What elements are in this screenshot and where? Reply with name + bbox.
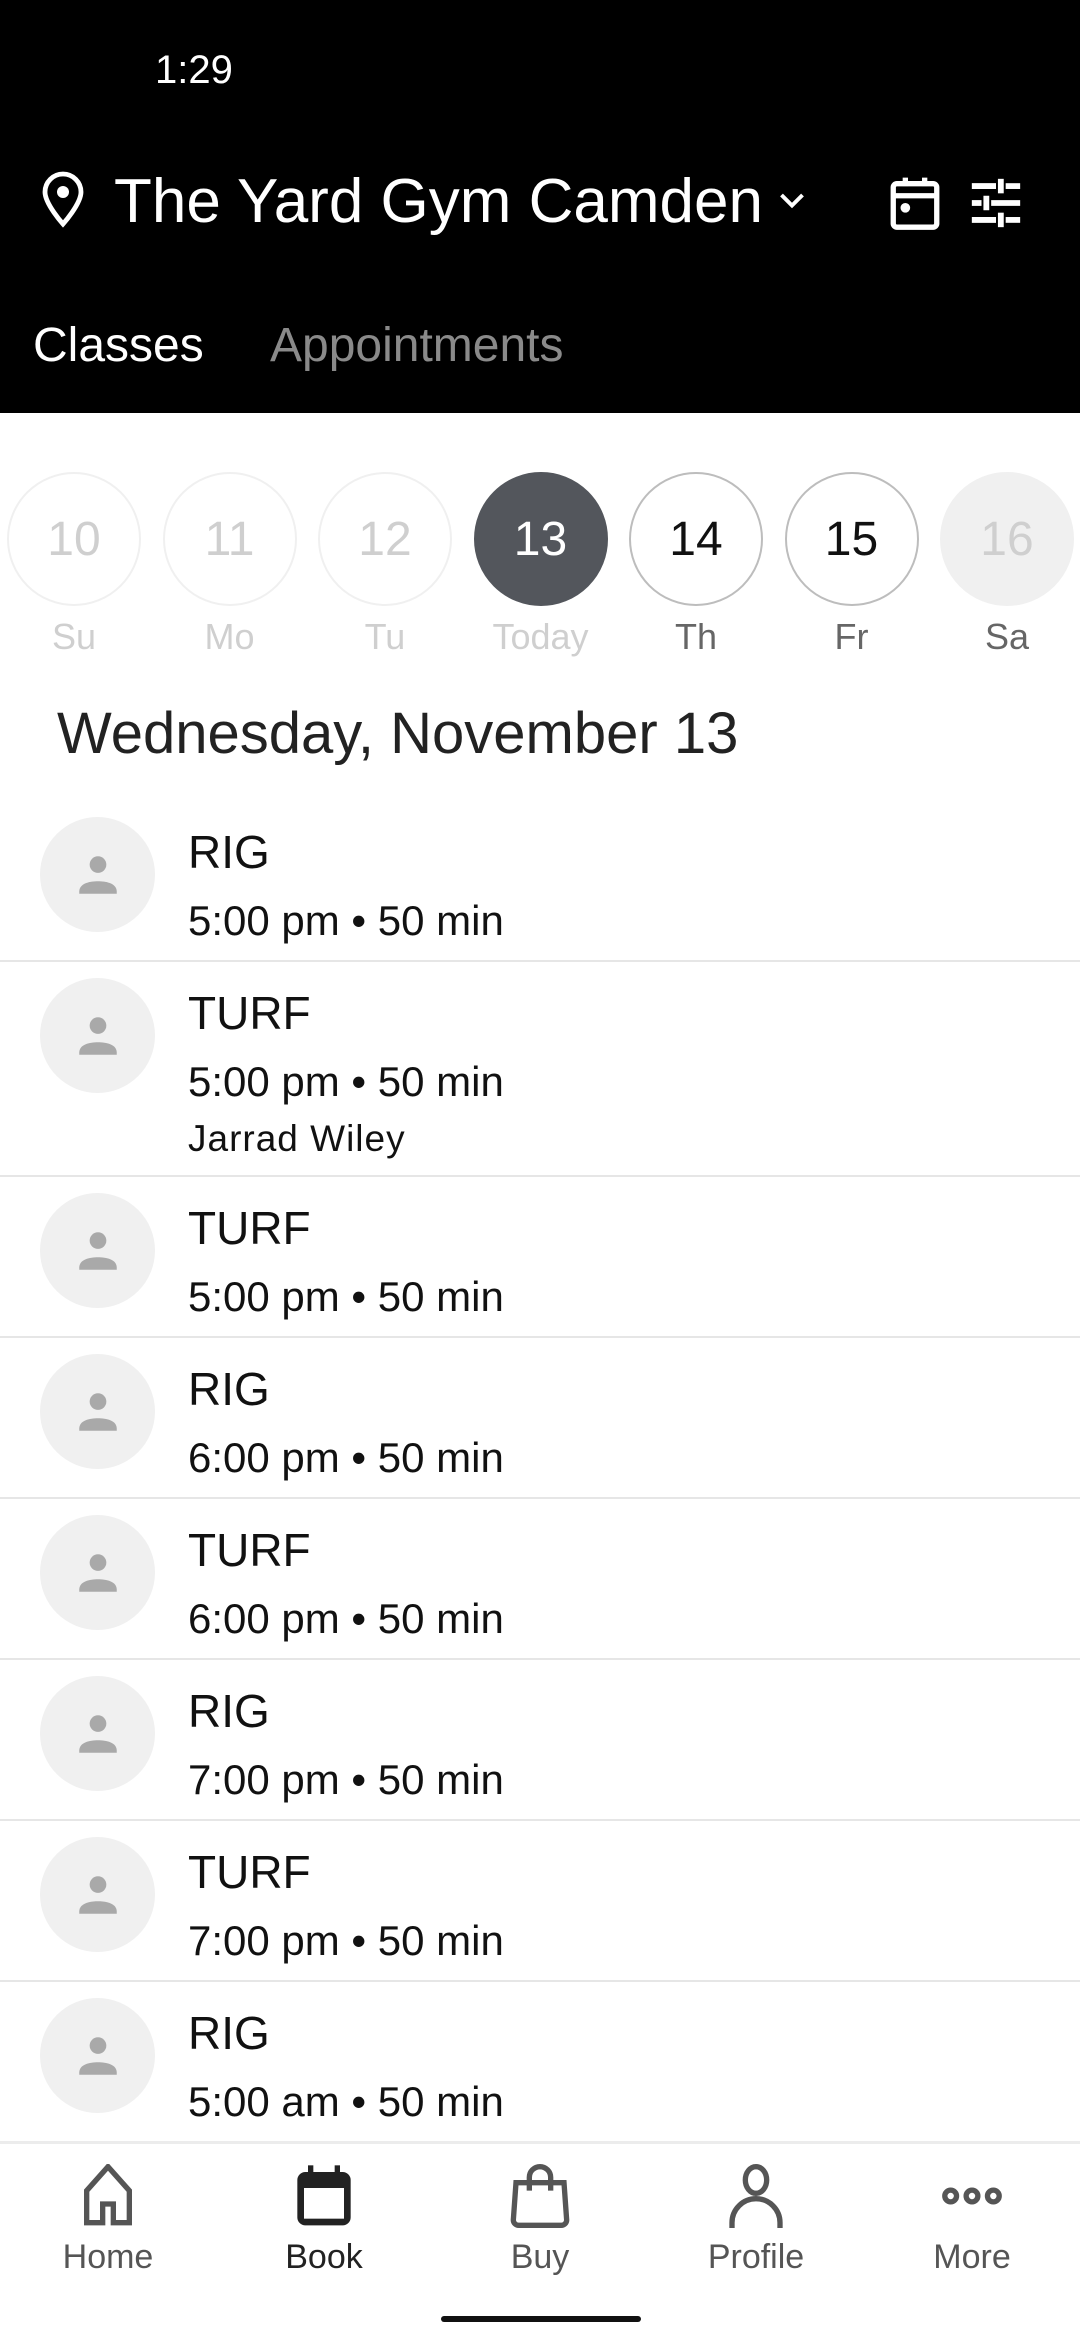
day-label: Su — [51, 616, 97, 657]
home-icon — [84, 2164, 132, 2226]
nav-home[interactable]: Home — [0, 2164, 216, 2277]
person-icon — [729, 2164, 783, 2228]
avatar — [40, 1676, 155, 1791]
person-placeholder-icon — [79, 1876, 117, 1914]
day-number: 11 — [162, 472, 297, 606]
avatar — [40, 1515, 155, 1630]
avatar — [40, 1193, 155, 1308]
person-placeholder-icon — [79, 1554, 117, 1592]
class-name: TURF — [188, 1524, 311, 1576]
day-label: Th — [674, 616, 717, 657]
day-number: 12 — [318, 472, 452, 606]
nav-label: Buy — [510, 2238, 570, 2276]
day-label: Sa — [984, 616, 1030, 657]
person-placeholder-icon — [79, 856, 117, 894]
nav-book[interactable]: Book — [216, 2164, 432, 2277]
nav-label: Home — [62, 2238, 154, 2276]
tab-classes[interactable]: Classes — [33, 318, 204, 373]
day-15[interactable]: 15 Fr — [784, 472, 919, 658]
person-placeholder-icon — [79, 1715, 117, 1753]
day-number: 14 — [629, 472, 763, 606]
bottom-nav: Home Book Buy Profile More — [0, 2141, 1080, 2340]
date-heading: Wednesday, November 13 — [57, 701, 739, 766]
class-name: RIG — [188, 2007, 270, 2059]
more-dots-icon — [942, 2187, 1002, 2205]
class-row[interactable]: TURF 5:00 pm • 50 min — [0, 1177, 1080, 1338]
class-time: 5:00 am • 50 min — [188, 2078, 504, 2125]
day-14[interactable]: 14 Th — [629, 472, 763, 658]
class-row[interactable]: TURF 5:00 pm • 50 min Jarrad Wiley — [0, 962, 1080, 1177]
class-time: 5:00 pm • 50 min — [188, 1273, 504, 1320]
class-time: 5:00 pm • 50 min — [188, 897, 504, 944]
class-name: RIG — [188, 826, 270, 878]
location-selector[interactable]: The Yard Gym Camden — [114, 166, 763, 237]
nav-buy[interactable]: Buy — [432, 2164, 648, 2277]
home-indicator[interactable] — [441, 2316, 641, 2322]
day-10[interactable]: 10 Su — [7, 472, 141, 658]
nav-profile[interactable]: Profile — [648, 2164, 864, 2277]
avatar — [40, 1998, 155, 2113]
nav-label: Profile — [707, 2238, 805, 2276]
nav-more[interactable]: More — [864, 2164, 1080, 2277]
class-name: TURF — [188, 1202, 311, 1254]
person-placeholder-icon — [79, 1017, 117, 1055]
day-label: Tu — [364, 616, 406, 657]
calendar-icon[interactable] — [886, 174, 944, 232]
person-placeholder-icon — [79, 1393, 117, 1431]
class-instructor: Jarrad Wiley — [188, 1118, 406, 1159]
day-label: Mo — [204, 616, 255, 657]
day-12[interactable]: 12 Tu — [318, 472, 452, 658]
calendar-icon — [297, 2165, 351, 2226]
day-16[interactable]: 16 Sa — [940, 472, 1074, 658]
class-time: 5:00 pm • 50 min — [188, 1058, 504, 1105]
status-time: 1:29 — [155, 48, 233, 92]
day-label: Today — [492, 616, 589, 657]
avatar — [40, 1354, 155, 1469]
class-name: TURF — [188, 1846, 311, 1898]
day-label: Fr — [834, 616, 869, 657]
map-pin-icon[interactable] — [38, 170, 88, 230]
class-time: 7:00 pm • 50 min — [188, 1756, 504, 1803]
chevron-down-icon[interactable] — [774, 186, 810, 216]
avatar — [40, 978, 155, 1093]
person-placeholder-icon — [79, 2037, 117, 2075]
tab-appointments[interactable]: Appointments — [270, 318, 564, 373]
day-11[interactable]: 11 Mo — [162, 472, 297, 658]
class-name: RIG — [188, 1685, 270, 1737]
day-number: 10 — [7, 472, 141, 606]
shopping-bag-icon — [510, 2164, 570, 2228]
class-time: 6:00 pm • 50 min — [188, 1595, 504, 1642]
nav-label: Book — [285, 2238, 363, 2276]
avatar — [40, 1837, 155, 1952]
class-row[interactable]: TURF 6:00 pm • 50 min — [0, 1499, 1080, 1660]
day-number: 13 — [473, 472, 608, 606]
header: 1:29 The Yard Gym Camden Classes Appoint… — [0, 0, 1080, 413]
day-number: 16 — [940, 472, 1074, 606]
class-row[interactable]: RIG 5:00 pm • 50 min — [0, 801, 1080, 962]
class-name: RIG — [188, 1363, 270, 1415]
class-list: RIG 5:00 pm • 50 min TURF 5:00 pm • 50 min J… — [0, 801, 1080, 2143]
class-row[interactable]: RIG 7:00 pm • 50 min — [0, 1660, 1080, 1821]
avatar — [40, 817, 155, 932]
class-time: 7:00 pm • 50 min — [188, 1917, 504, 1964]
class-time: 6:00 pm • 50 min — [188, 1434, 504, 1481]
class-row[interactable]: RIG 5:00 am • 50 min — [0, 1982, 1080, 2143]
person-placeholder-icon — [79, 1232, 117, 1270]
day-number: 15 — [784, 472, 919, 606]
class-row[interactable]: TURF 7:00 pm • 50 min — [0, 1821, 1080, 1982]
filter-sliders-icon[interactable] — [966, 174, 1026, 232]
class-row[interactable]: RIG 6:00 pm • 50 min — [0, 1338, 1080, 1499]
class-name: TURF — [188, 987, 311, 1039]
nav-label: More — [933, 2238, 1011, 2276]
day-13[interactable]: 13 Today — [473, 472, 608, 658]
